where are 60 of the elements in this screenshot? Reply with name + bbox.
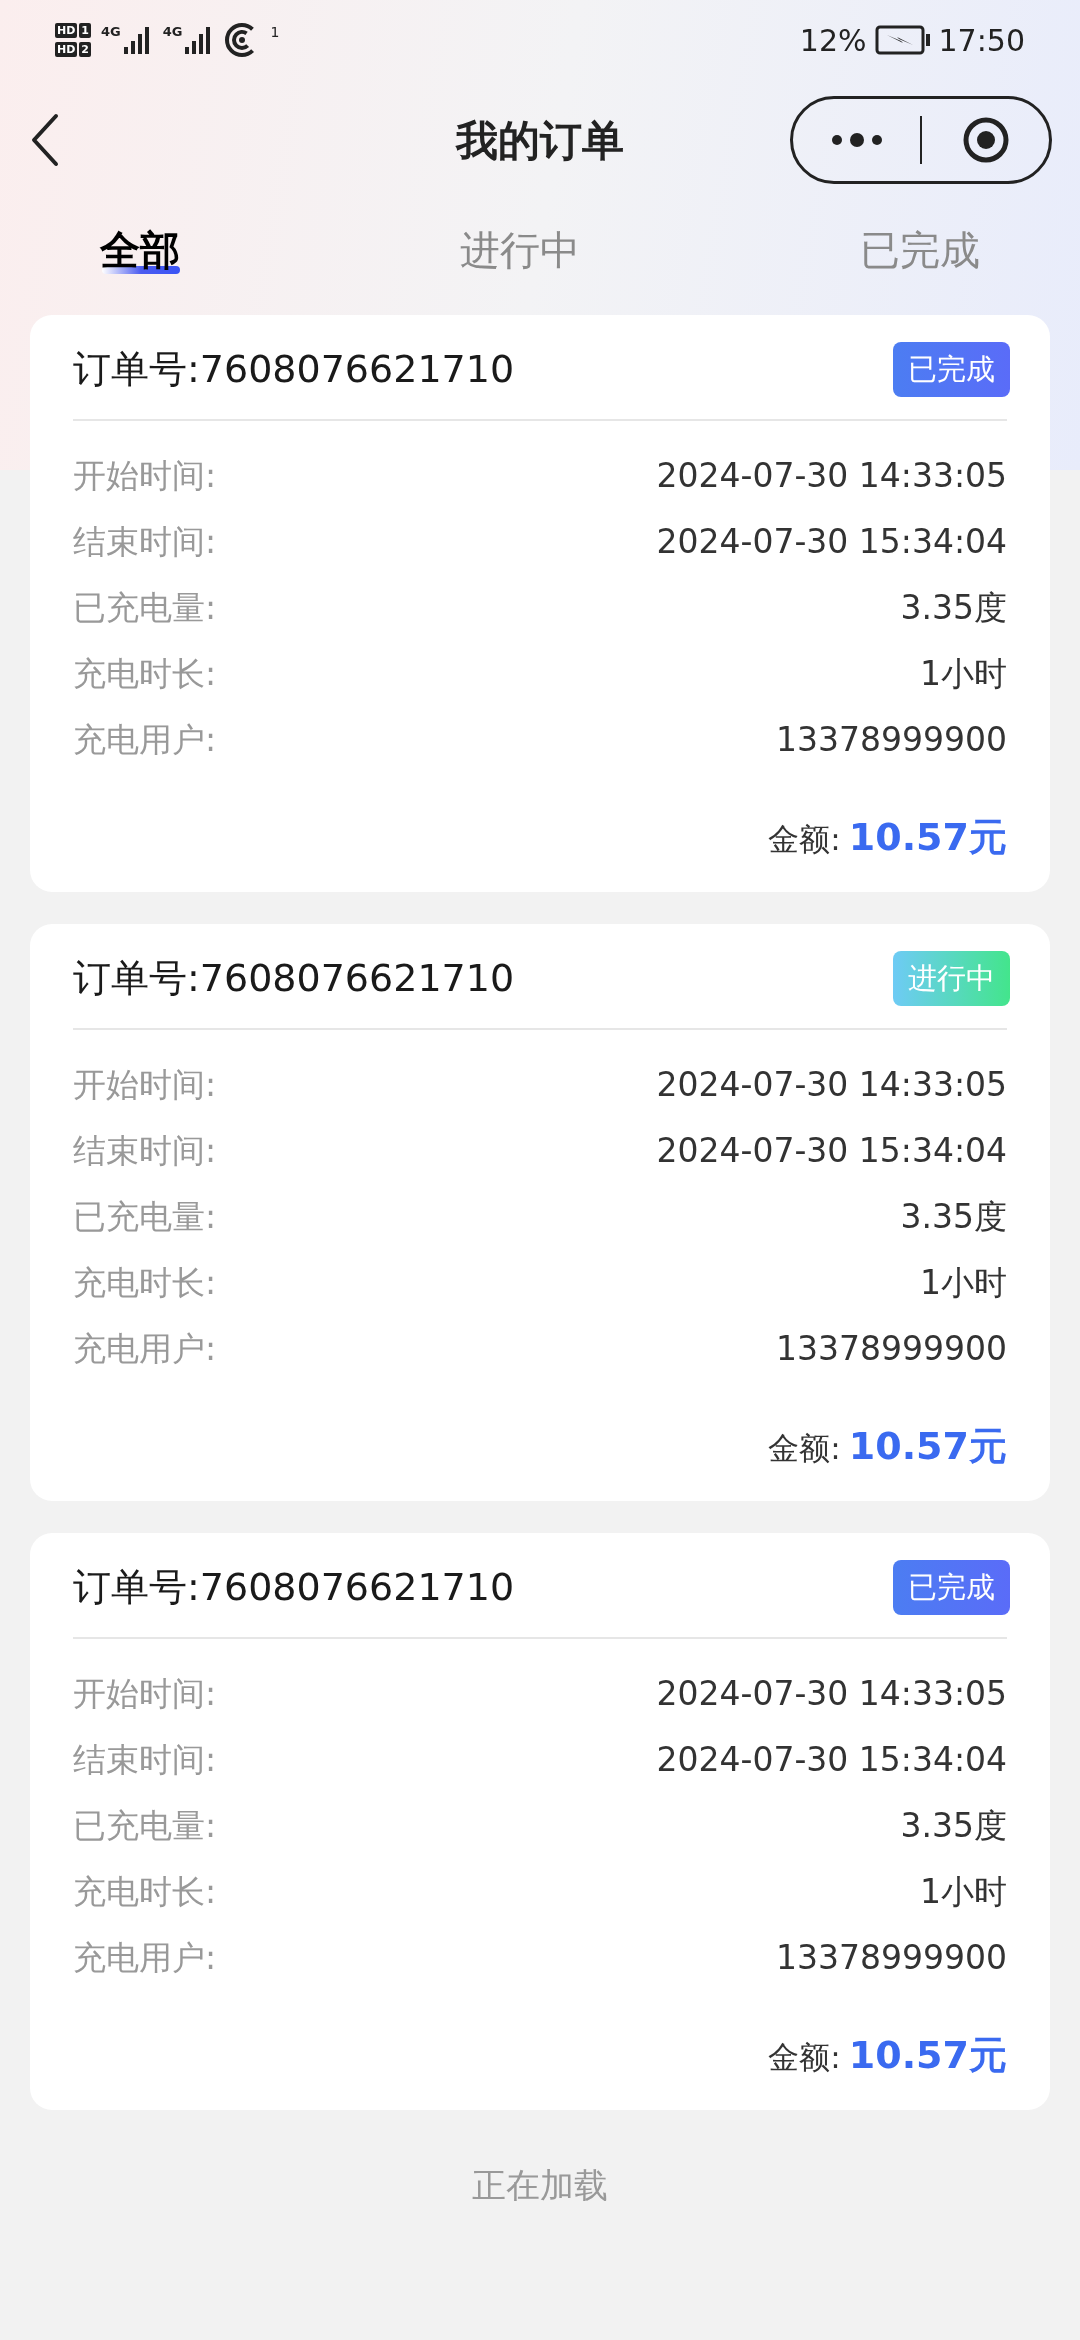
- field-value: 3.35度: [900, 587, 1007, 630]
- field-label: 充电时长:: [73, 653, 217, 696]
- sim-slot: 2: [79, 42, 91, 57]
- tab[interactable]: 进行中: [460, 220, 580, 280]
- field-value: 2024-07-30 15:34:04: [656, 1739, 1007, 1782]
- field-label: 开始时间:: [73, 1673, 217, 1716]
- tab[interactable]: 已完成: [860, 220, 980, 280]
- amount-value: 10.57元: [848, 1423, 1007, 1470]
- field-label: 结束时间:: [73, 1739, 217, 1782]
- sim-slot: 1: [79, 23, 91, 38]
- field-value: 1小时: [920, 1871, 1007, 1914]
- amount-value: 10.57元: [848, 814, 1007, 861]
- tab[interactable]: 全部: [100, 220, 180, 280]
- field-label: 结束时间:: [73, 1130, 217, 1173]
- sim-label: HD: [55, 42, 78, 57]
- field-value: 1小时: [920, 653, 1007, 696]
- back-icon: [30, 112, 60, 168]
- field-label: 充电用户:: [73, 1328, 217, 1371]
- status-badge: 已完成: [893, 1559, 1010, 1615]
- network-label: 4G: [162, 25, 183, 39]
- field-value: 2024-07-30 14:33:05: [656, 1064, 1007, 1107]
- network-label: 4G: [101, 25, 121, 39]
- field-label: 充电时长:: [73, 1871, 217, 1914]
- order-number: 订单号:7608076621710: [73, 954, 515, 1002]
- status-badge: 已完成: [893, 341, 1010, 397]
- field-value: 13378999900: [776, 719, 1007, 762]
- field-value: 2024-07-30 14:33:05: [656, 455, 1007, 498]
- field-value: 2024-07-30 15:34:04: [656, 1130, 1007, 1173]
- field-label: 开始时间:: [73, 455, 217, 498]
- field-value: 2024-07-30 14:33:05: [656, 1673, 1007, 1716]
- field-label: 充电时长:: [73, 1262, 217, 1305]
- amount-label: 金额:: [768, 820, 841, 859]
- amount-label: 金额:: [768, 2038, 841, 2077]
- order-number: 订单号:7608076621710: [73, 345, 515, 393]
- order-number: 订单号:7608076621710: [73, 1563, 515, 1611]
- page-title: 我的订单: [456, 114, 624, 167]
- field-value: 13378999900: [776, 1937, 1007, 1980]
- amount-value: 10.57元: [848, 2032, 1007, 2079]
- field-value: 13378999900: [776, 1328, 1007, 1371]
- loading-text: 正在加载: [472, 2164, 608, 2207]
- sim-label: HD: [55, 23, 78, 38]
- field-label: 已充电量:: [73, 587, 217, 630]
- field-label: 已充电量:: [73, 1196, 217, 1239]
- field-label: 充电用户:: [73, 719, 217, 762]
- field-label: 已充电量:: [73, 1805, 217, 1848]
- field-label: 结束时间:: [73, 521, 217, 564]
- battery-charging-icon: [874, 25, 931, 55]
- close-icon: [961, 116, 1010, 164]
- amount-label: 金额:: [768, 1429, 841, 1468]
- hotspot-count: 1: [270, 23, 280, 42]
- field-value: 1小时: [920, 1262, 1007, 1305]
- battery-percent: 12%: [799, 21, 867, 60]
- field-label: 充电用户:: [73, 1937, 217, 1980]
- field-label: 开始时间:: [73, 1064, 217, 1107]
- status-badge: 进行中: [893, 950, 1010, 1006]
- field-value: 3.35度: [900, 1196, 1007, 1239]
- field-value: 2024-07-30 15:34:04: [656, 521, 1007, 564]
- clock-time: 17:50: [938, 21, 1025, 60]
- more-icon: [830, 133, 883, 147]
- field-value: 3.35度: [900, 1805, 1007, 1848]
